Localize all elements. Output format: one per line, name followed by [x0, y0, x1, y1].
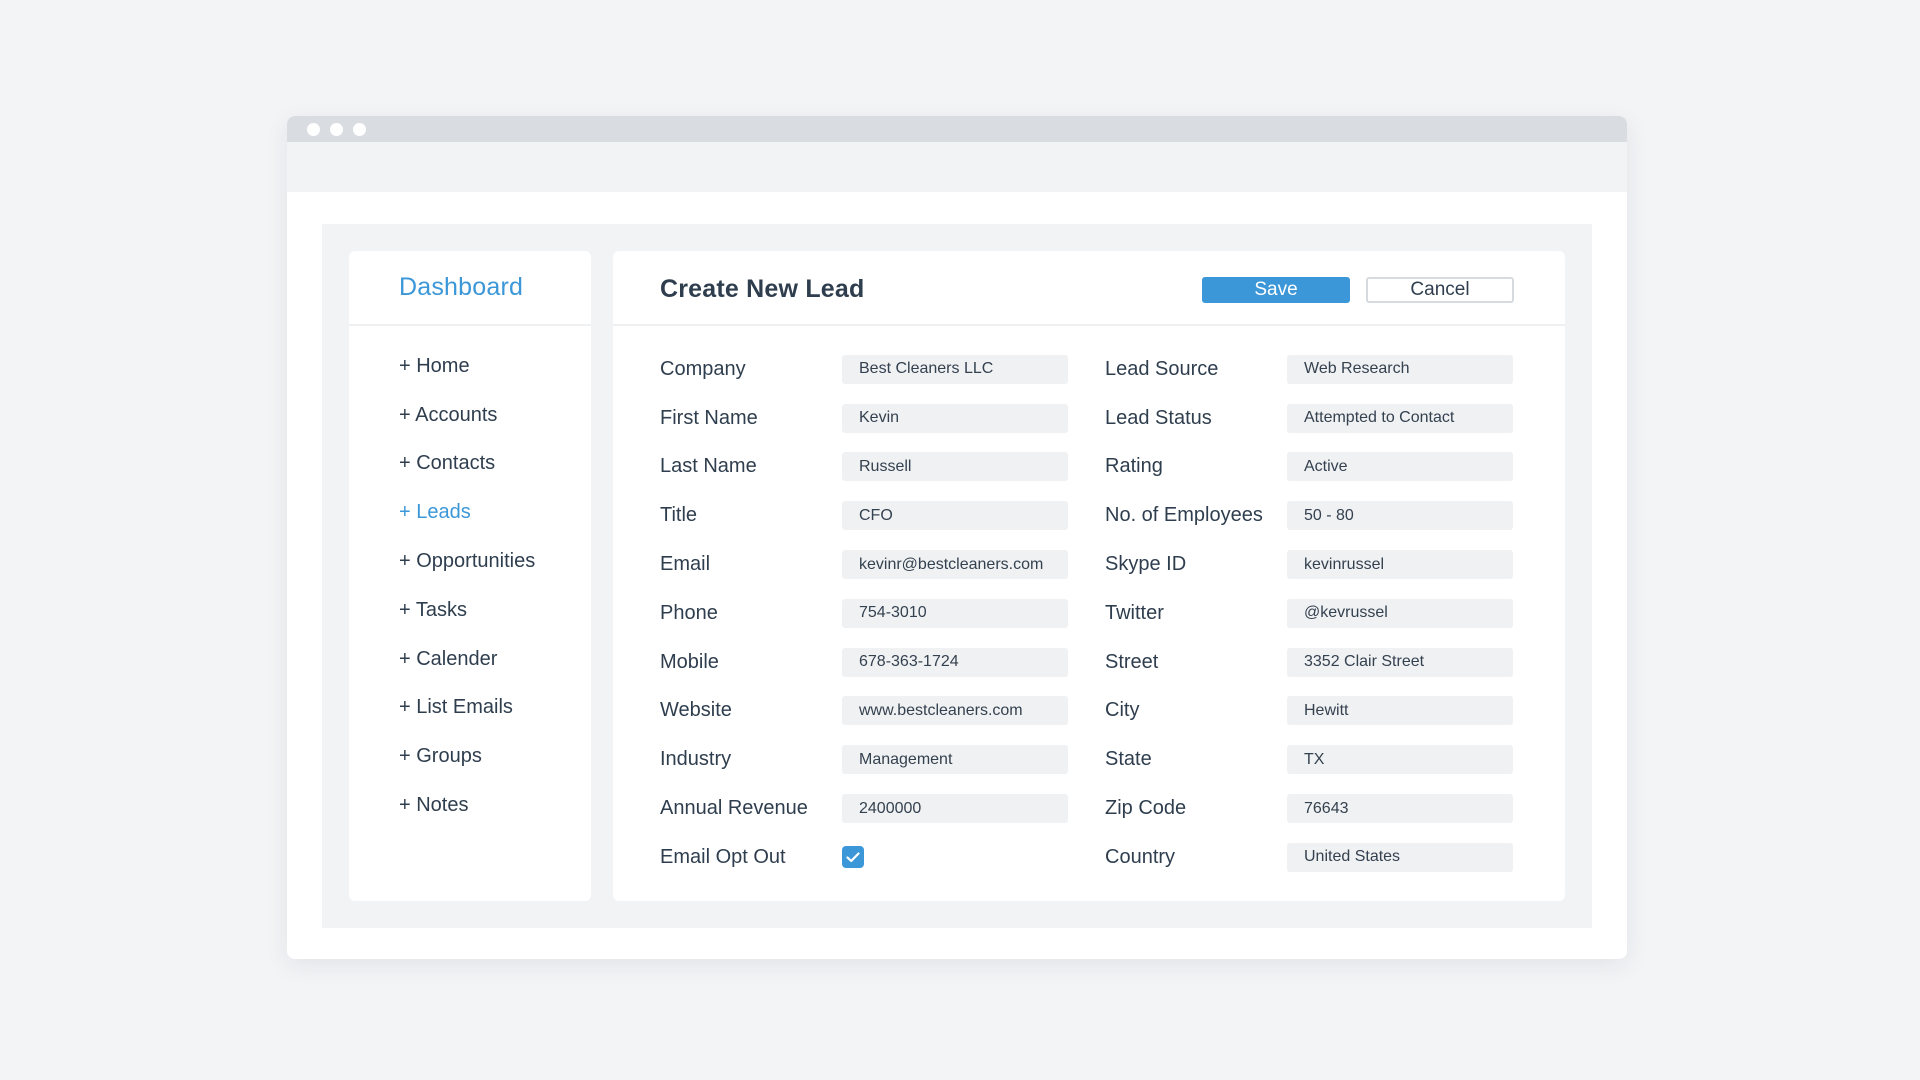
skype-id-field[interactable]: kevinrussel: [1287, 550, 1513, 580]
form-row-mobile: Mobile 678-363-1724: [660, 638, 1068, 687]
city-label: City: [1105, 699, 1140, 722]
company-field[interactable]: Best Cleaners LLC: [842, 354, 1068, 384]
sidebar-item-contacts[interactable]: + Contacts: [349, 440, 591, 489]
email-opt-out-label: Email Opt Out: [660, 845, 786, 868]
country-label: Country: [1105, 845, 1176, 868]
window-titlebar: [287, 116, 1627, 142]
website-label: Website: [660, 699, 732, 722]
company-label: Company: [660, 357, 746, 380]
lead-status-field[interactable]: Attempted to Contact: [1287, 403, 1513, 433]
annual-revenue-field[interactable]: 2400000: [842, 794, 1068, 824]
panel-header: Create New Lead Save Cancel: [613, 251, 1565, 326]
first-name-field[interactable]: Kevin: [842, 403, 1068, 433]
form-row-title: Title CFO: [660, 491, 1068, 540]
title-label: Title: [660, 504, 698, 527]
form-row-email: Email kevinr@bestcleaners.com: [660, 540, 1068, 589]
employees-field[interactable]: 50 - 80: [1287, 501, 1513, 531]
form-row-first-name: First Name Kevin: [660, 394, 1068, 443]
rating-label: Rating: [1105, 455, 1163, 478]
checkmark-icon: [846, 852, 860, 862]
country-field[interactable]: United States: [1287, 842, 1513, 872]
lead-status-label: Lead Status: [1105, 406, 1212, 429]
page-title: Create New Lead: [660, 275, 865, 303]
sidebar-item-home[interactable]: + Home: [349, 342, 591, 391]
save-button[interactable]: Save: [1202, 277, 1350, 303]
window-close-dot[interactable]: [307, 122, 320, 136]
last-name-field[interactable]: Russell: [842, 452, 1068, 482]
sidebar-item-calender[interactable]: + Calender: [349, 635, 591, 684]
city-field[interactable]: Hewitt: [1287, 696, 1513, 726]
employees-label: No. of Employees: [1105, 504, 1263, 527]
sidebar-item-groups[interactable]: + Groups: [349, 732, 591, 781]
form-row-website: Website www.bestcleaners.com: [660, 687, 1068, 736]
form-row-annual-revenue: Annual Revenue 2400000: [660, 784, 1068, 833]
sidebar-item-leads[interactable]: + Leads: [349, 488, 591, 537]
sidebar: Dashboard + Home + Accounts + Contacts +…: [349, 251, 591, 901]
form-row-street: Street 3352 Clair Street: [1105, 638, 1513, 687]
email-field[interactable]: kevinr@bestcleaners.com: [842, 550, 1068, 580]
sidebar-item-tasks[interactable]: + Tasks: [349, 586, 591, 635]
form-row-country: Country United States: [1105, 833, 1513, 882]
form-row-skype-id: Skype ID kevinrussel: [1105, 540, 1513, 589]
zip-code-field[interactable]: 76643: [1287, 794, 1513, 824]
sidebar-title[interactable]: Dashboard: [399, 273, 523, 302]
twitter-field[interactable]: @kevrussel: [1287, 598, 1513, 628]
first-name-label: First Name: [660, 406, 758, 429]
industry-field[interactable]: Management: [842, 745, 1068, 775]
cancel-button[interactable]: Cancel: [1366, 277, 1514, 303]
website-field[interactable]: www.bestcleaners.com: [842, 696, 1068, 726]
twitter-label: Twitter: [1105, 601, 1164, 624]
email-opt-out-checkbox[interactable]: [842, 846, 864, 869]
title-field[interactable]: CFO: [842, 501, 1068, 531]
street-label: Street: [1105, 650, 1159, 673]
sidebar-item-accounts[interactable]: + Accounts: [349, 391, 591, 440]
state-label: State: [1105, 748, 1152, 771]
industry-label: Industry: [660, 748, 732, 771]
form-row-employees: No. of Employees 50 - 80: [1105, 491, 1513, 540]
state-field[interactable]: TX: [1287, 745, 1513, 775]
phone-field[interactable]: 754-3010: [842, 598, 1068, 628]
form-row-state: State TX: [1105, 735, 1513, 784]
form-row-zip-code: Zip Code 76643: [1105, 784, 1513, 833]
sidebar-item-opportunities[interactable]: + Opportunities: [349, 537, 591, 586]
create-lead-panel: Create New Lead Save Cancel Company Best…: [613, 251, 1565, 901]
form-row-city: City Hewitt: [1105, 687, 1513, 736]
form-row-phone: Phone 754-3010: [660, 589, 1068, 638]
form-row-twitter: Twitter @kevrussel: [1105, 589, 1513, 638]
lead-source-label: Lead Source: [1105, 357, 1219, 380]
phone-label: Phone: [660, 601, 718, 624]
mobile-field[interactable]: 678-363-1724: [842, 647, 1068, 677]
street-field[interactable]: 3352 Clair Street: [1287, 647, 1513, 677]
window-minimize-dot[interactable]: [330, 122, 343, 136]
form-row-company: Company Best Cleaners LLC: [660, 345, 1068, 394]
window-maximize-dot[interactable]: [353, 122, 366, 136]
sidebar-item-notes[interactable]: + Notes: [349, 781, 591, 830]
app-canvas: Dashboard + Home + Accounts + Contacts +…: [322, 224, 1592, 928]
annual-revenue-label: Annual Revenue: [660, 797, 808, 820]
rating-field[interactable]: Active: [1287, 452, 1513, 482]
form-row-lead-source: Lead Source Web Research: [1105, 345, 1513, 394]
zip-code-label: Zip Code: [1105, 797, 1187, 820]
form-row-lead-status: Lead Status Attempted to Contact: [1105, 394, 1513, 443]
email-label: Email: [660, 553, 711, 576]
form-row-industry: Industry Management: [660, 735, 1068, 784]
form-row-email-opt-out: Email Opt Out: [660, 833, 1068, 882]
skype-id-label: Skype ID: [1105, 553, 1187, 576]
browser-window: Dashboard + Home + Accounts + Contacts +…: [287, 116, 1627, 959]
sidebar-item-list-emails[interactable]: + List Emails: [349, 684, 591, 733]
form-column-left: Company Best Cleaners LLC First Name Kev…: [660, 345, 1068, 882]
lead-source-field[interactable]: Web Research: [1287, 354, 1513, 384]
form-column-right: Lead Source Web Research Lead Status Att…: [1105, 345, 1513, 882]
mobile-label: Mobile: [660, 650, 719, 673]
form-row-last-name: Last Name Russell: [660, 443, 1068, 492]
sidebar-header: Dashboard: [349, 251, 591, 326]
last-name-label: Last Name: [660, 455, 757, 478]
form-row-rating: Rating Active: [1105, 443, 1513, 492]
sidebar-nav: + Home + Accounts + Contacts + Leads + O…: [349, 326, 591, 830]
browser-toolbar: [287, 142, 1627, 192]
